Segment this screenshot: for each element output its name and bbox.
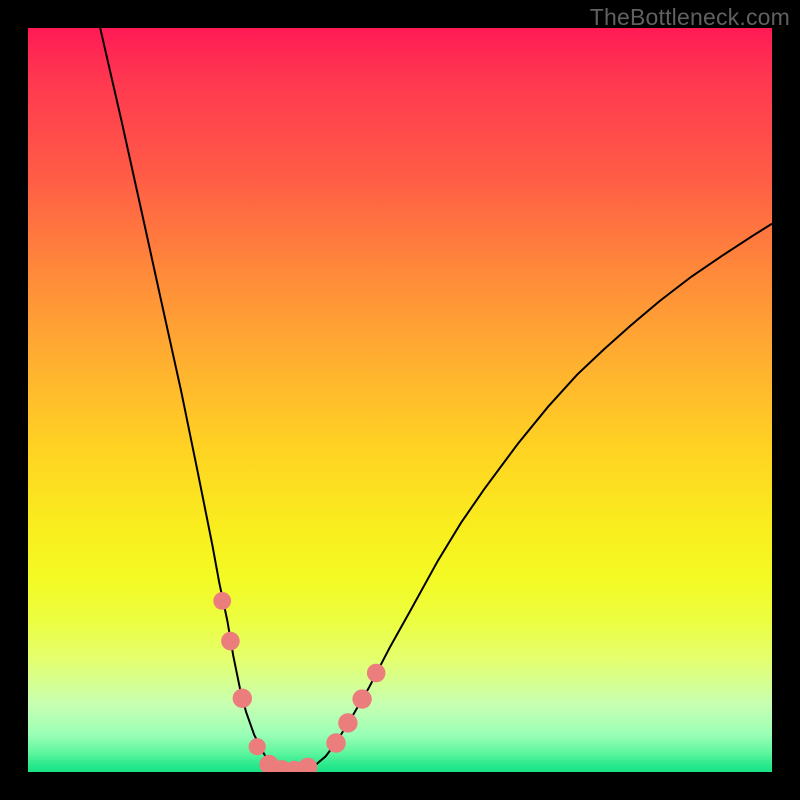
bottleneck-curve bbox=[100, 28, 772, 771]
data-marker bbox=[233, 689, 252, 708]
data-marker bbox=[326, 733, 345, 752]
data-marker bbox=[249, 738, 266, 755]
data-marker bbox=[367, 664, 386, 683]
watermark-text: TheBottleneck.com bbox=[590, 4, 790, 31]
data-marker bbox=[338, 713, 357, 732]
data-marker bbox=[352, 689, 371, 708]
chart-frame: TheBottleneck.com bbox=[0, 0, 800, 800]
data-marker bbox=[298, 758, 317, 772]
data-marker bbox=[221, 632, 240, 651]
plot-area bbox=[28, 28, 772, 772]
curve-layer bbox=[28, 28, 772, 772]
data-marker bbox=[213, 592, 231, 610]
